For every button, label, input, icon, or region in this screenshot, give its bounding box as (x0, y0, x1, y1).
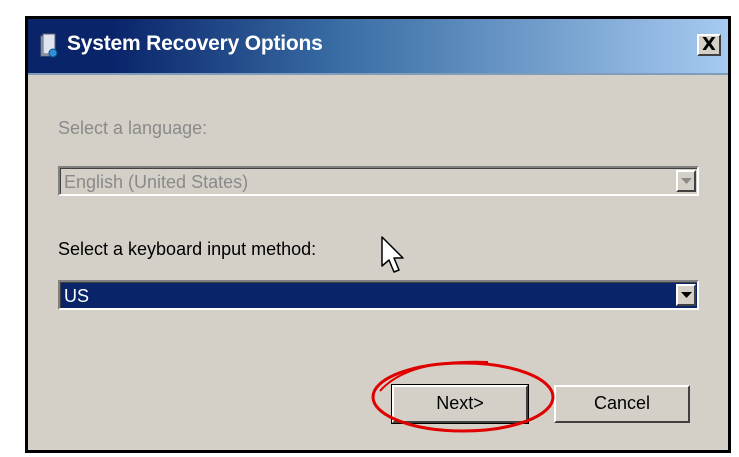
language-label: Select a language: (58, 118, 208, 138)
language-select[interactable]: English (United States) (58, 166, 699, 196)
keyboard-select-value: US (64, 286, 90, 306)
window-title: System Recovery Options (67, 32, 323, 55)
language-select-field: English (United States) (60, 168, 697, 194)
chevron-down-icon (681, 292, 692, 298)
language-select-value: English (United States) (64, 172, 249, 192)
close-icon: X (702, 34, 716, 55)
cancel-button[interactable]: Cancel (554, 385, 690, 423)
next-button[interactable]: Next> (391, 384, 529, 424)
screenshot-stage: System Recovery Options X Select a langu… (0, 0, 739, 457)
keyboard-dropdown-button[interactable] (676, 284, 696, 306)
close-button[interactable]: X (697, 34, 721, 56)
chevron-down-icon (681, 178, 692, 184)
mouse-cursor-icon (381, 236, 404, 273)
title-bar[interactable]: System Recovery Options X (28, 19, 728, 75)
keyboard-label: Select a keyboard input method: (58, 239, 317, 259)
recovery-app-icon (40, 33, 58, 59)
keyboard-select-field: US (60, 282, 697, 308)
system-recovery-dialog: System Recovery Options X Select a langu… (25, 16, 731, 453)
language-dropdown-button[interactable] (676, 170, 696, 192)
keyboard-select[interactable]: US (58, 280, 699, 310)
